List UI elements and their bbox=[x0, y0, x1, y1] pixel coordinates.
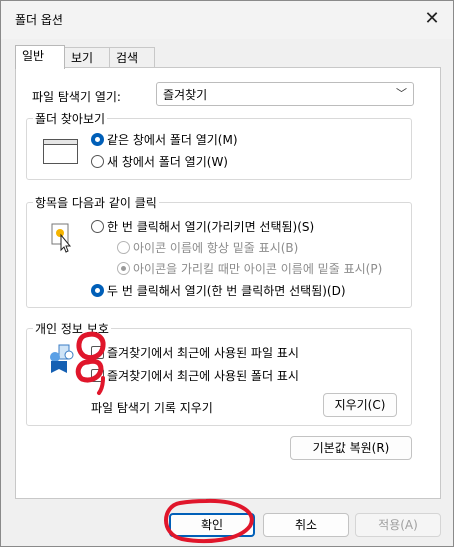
tab-label: 일반 bbox=[22, 49, 45, 63]
annotation-circle-checkbox-2 bbox=[75, 358, 104, 383]
annotation-circle-ok bbox=[164, 498, 254, 543]
annotation-tick bbox=[97, 376, 105, 395]
annotation-marks bbox=[75, 331, 254, 543]
annotation-circle-checkbox-1 bbox=[76, 331, 106, 361]
tab-general[interactable]: 일반 bbox=[15, 45, 65, 69]
